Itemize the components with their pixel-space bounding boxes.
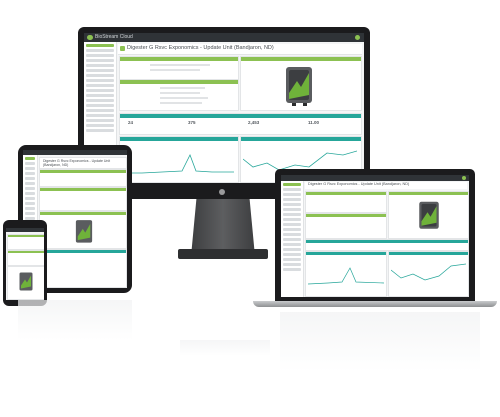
- panel-header: [120, 114, 361, 118]
- sidebar-item[interactable]: [86, 124, 114, 127]
- laptop-info-panel: [305, 191, 387, 213]
- page-title: Digester G Rsvc Exponomics - Update Unit…: [127, 45, 274, 51]
- laptop-chart-right: [388, 251, 469, 297]
- tablet-header: Digester G Rsvc Exponomics - Update Unit…: [39, 157, 127, 169]
- digester-unit-image: [286, 67, 312, 106]
- panel-header: [120, 80, 238, 84]
- unit-image-panel: [240, 56, 362, 111]
- sidebar-item[interactable]: [86, 119, 114, 122]
- digester-unit-image: [19, 272, 33, 291]
- leaf-icon: [120, 46, 125, 51]
- stat-value: 24: [128, 120, 134, 125]
- laptop-header: Digester G Rsvc Exponomics - Update Unit…: [305, 182, 467, 189]
- page-header: Digester G Rsvc Exponomics - Update Unit…: [118, 44, 362, 55]
- laptop-readings-panel: [305, 239, 469, 251]
- apple-logo-icon: [219, 189, 225, 195]
- monitor-stand: [191, 199, 255, 251]
- floor-reflection: [280, 312, 480, 372]
- sidebar-item[interactable]: [86, 69, 114, 72]
- laptop-chart-left: [305, 251, 387, 297]
- laptop-screen: Digester G Rsvc Exponomics - Update Unit…: [281, 175, 469, 297]
- sidebar-item[interactable]: [86, 54, 114, 57]
- line-chart: [391, 263, 466, 281]
- digester-unit-image: [419, 201, 439, 229]
- sidebar-item[interactable]: [86, 94, 114, 97]
- tablet-chart-panel: [39, 249, 127, 288]
- panel-header: [241, 57, 361, 61]
- panel-header: [241, 137, 361, 141]
- phone-panel: [7, 250, 44, 266]
- panel-header: [120, 137, 238, 141]
- sidebar-item[interactable]: [86, 79, 114, 82]
- floor-reflection: [180, 340, 270, 356]
- laptop-status-panel: [305, 213, 387, 239]
- floor-reflection: [18, 300, 132, 340]
- sidebar-item[interactable]: [86, 64, 114, 67]
- tablet-page-title: Digester G Rsvc Exponomics - Update Unit…: [43, 159, 111, 167]
- monitor-base: [178, 249, 268, 259]
- unit-info-panel: [119, 56, 239, 80]
- tablet-image-panel: [39, 211, 127, 249]
- chart-panel-left: [119, 136, 239, 183]
- panel-header: [120, 57, 238, 61]
- laptop-image-panel: [388, 191, 469, 239]
- unit-status-panel: [119, 79, 239, 111]
- stat-value: 375: [188, 120, 196, 125]
- phone-image-panel: [7, 266, 44, 300]
- sidebar-item[interactable]: [86, 109, 114, 112]
- app-logo-text: BioStream Cloud: [95, 34, 133, 40]
- sidebar-item[interactable]: [86, 114, 114, 117]
- cloud-logo-icon: [87, 35, 93, 40]
- tablet-topbar: [23, 150, 127, 155]
- sidebar-item[interactable]: [86, 104, 114, 107]
- phone-topbar: [6, 228, 44, 232]
- line-chart: [308, 267, 384, 285]
- desktop-topbar: BioStream Cloud: [84, 33, 364, 42]
- laptop-page-title: Digester G Rsvc Exponomics - Update Unit…: [308, 182, 410, 186]
- line-chart: [122, 154, 234, 174]
- stat-value: 11.00: [308, 120, 320, 125]
- phone-panel: [7, 234, 44, 250]
- stat-value: 2,453: [248, 120, 260, 125]
- laptop-sidebar: [281, 181, 304, 297]
- sidebar-item[interactable]: [86, 99, 114, 102]
- sidebar-item[interactable]: [86, 49, 114, 52]
- sidebar-item[interactable]: [86, 74, 114, 77]
- laptop-topbar: [281, 175, 469, 181]
- sidebar-item[interactable]: [86, 129, 114, 132]
- user-avatar-icon[interactable]: [462, 176, 466, 180]
- sidebar-item[interactable]: [86, 89, 114, 92]
- tablet-info-panel: [39, 169, 127, 187]
- laptop-base: [253, 301, 497, 307]
- tablet-status-panel: [39, 187, 127, 211]
- readings-panel: 24 375 2,453 11.00: [119, 113, 362, 135]
- sidebar-item[interactable]: [86, 44, 114, 47]
- sidebar-item[interactable]: [86, 59, 114, 62]
- user-avatar-icon[interactable]: [355, 35, 360, 40]
- sidebar-item[interactable]: [86, 84, 114, 87]
- digester-unit-image: [75, 220, 93, 243]
- phone-screen: [6, 228, 44, 300]
